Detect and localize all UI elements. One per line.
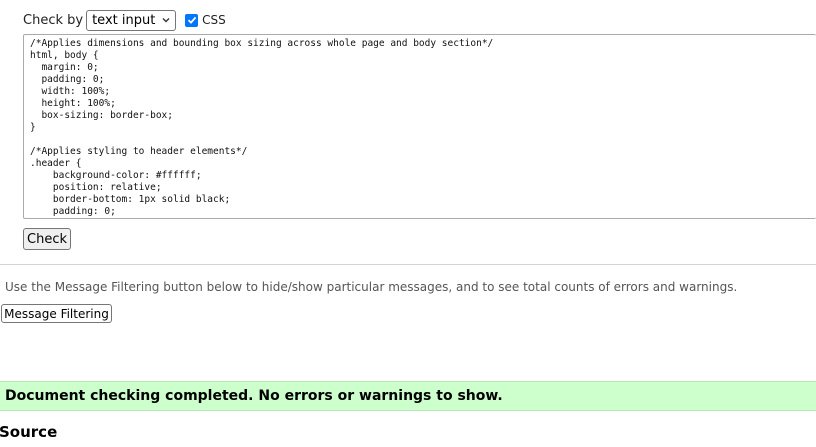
checkmark-icon xyxy=(187,16,196,24)
result-message: Document checking completed. No errors o… xyxy=(5,388,503,404)
check-by-select[interactable]: text input xyxy=(86,9,177,31)
check-button[interactable]: Check xyxy=(23,228,71,250)
source-heading: Source xyxy=(0,423,58,441)
chevron-down-icon xyxy=(162,18,170,23)
check-by-select-value: text input xyxy=(92,12,156,28)
divider xyxy=(0,264,816,265)
css-checkbox[interactable] xyxy=(185,13,199,27)
result-banner: Document checking completed. No errors o… xyxy=(0,381,816,411)
message-filtering-button[interactable]: Message Filtering xyxy=(1,304,112,323)
css-checkbox-label: CSS xyxy=(202,13,226,27)
css-textarea[interactable]: /*Applies dimensions and bounding box si… xyxy=(23,34,816,219)
css-textarea-content: /*Applies dimensions and bounding box si… xyxy=(30,38,494,217)
filter-hint: Use the Message Filtering button below t… xyxy=(5,280,738,294)
check-by-label: Check by xyxy=(23,12,84,28)
check-by-row: Check by text input CSS xyxy=(23,9,226,31)
